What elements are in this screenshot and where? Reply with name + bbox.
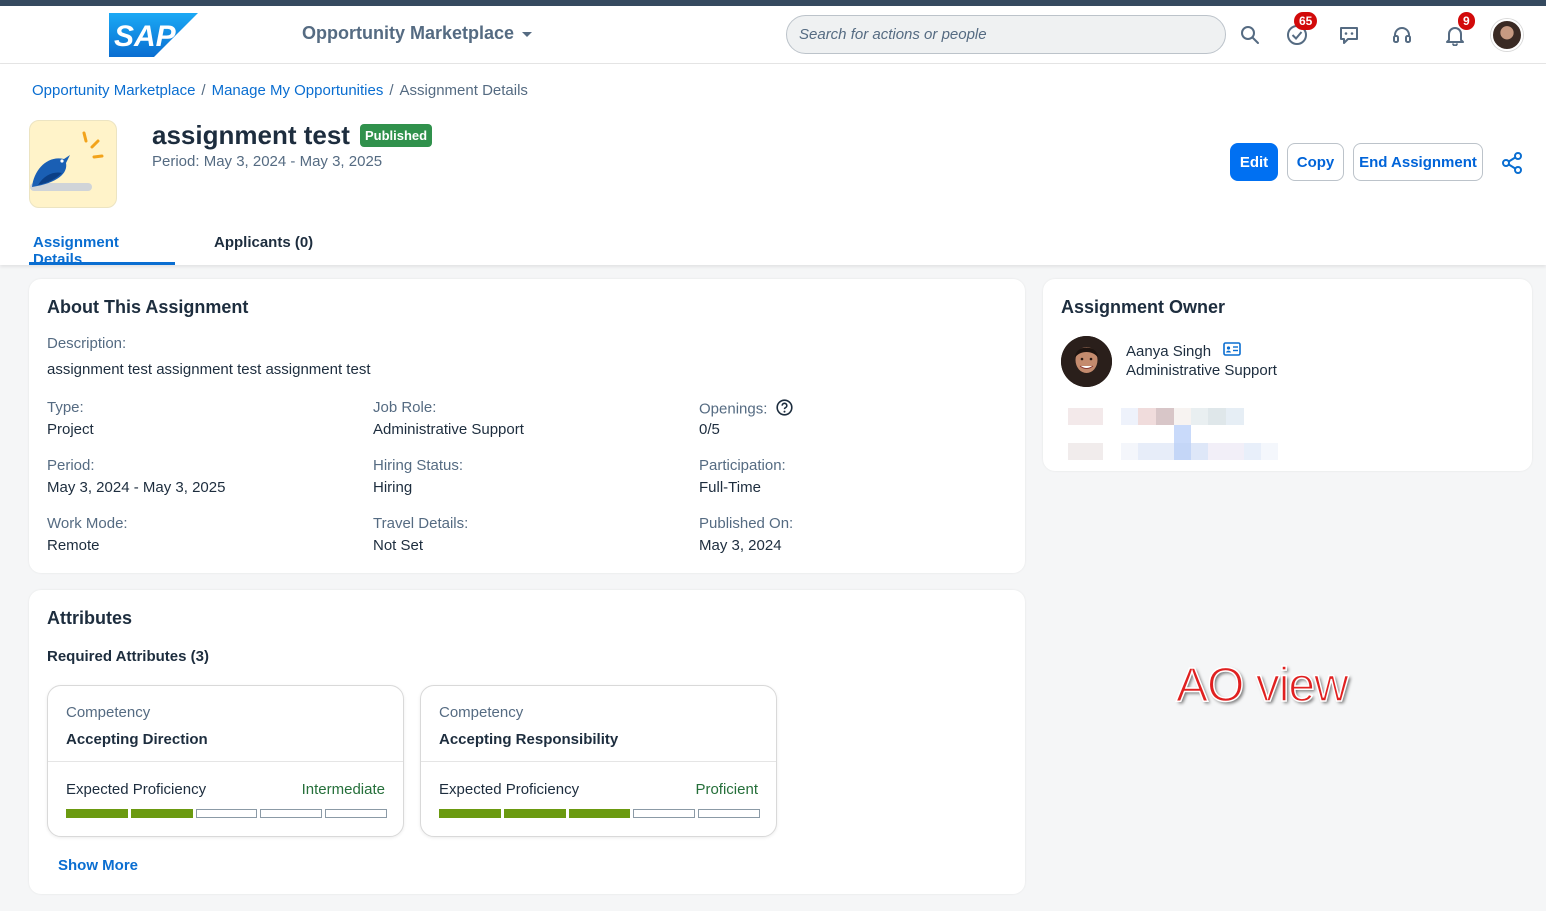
attributes-card: Attributes Required Attributes (3) Compe… [29, 590, 1025, 894]
attribute-name: Accepting Responsibility [439, 731, 619, 748]
openings-value: 0/5 [699, 421, 720, 438]
proficiency-level: Proficient [695, 781, 758, 798]
owner-role: Administrative Support [1126, 362, 1277, 379]
notifications-badge: 9 [1458, 12, 1475, 30]
period-label: Period: [47, 457, 95, 474]
proficiency-segment [195, 809, 258, 818]
proficiency-segment [66, 809, 128, 818]
status-badge: Published [359, 124, 433, 147]
attribute-tile-accepting-direction[interactable]: Competency Accepting Direction Expected … [47, 685, 404, 837]
travel-details-label: Travel Details: [373, 515, 469, 532]
tile-divider [48, 761, 403, 762]
expected-proficiency-label: Expected Proficiency [439, 781, 580, 798]
hiring-status-value: Hiring [373, 479, 413, 496]
question-mark-icon[interactable] [775, 399, 793, 420]
attribute-category: Competency [66, 704, 151, 721]
about-title: About This Assignment [47, 297, 249, 317]
job-role-label: Job Role: [373, 399, 437, 416]
proficiency-meter [439, 809, 760, 818]
app-title-menu[interactable]: Opportunity Marketplace [302, 23, 533, 44]
type-label: Type: [47, 399, 84, 416]
svg-text:SAP: SAP [114, 20, 177, 53]
owner-name-row: Aanya Singh [1126, 342, 1241, 360]
breadcrumb-separator: / [201, 82, 206, 99]
owner-name[interactable]: Aanya Singh [1126, 343, 1211, 360]
proficiency-segment [439, 809, 501, 818]
assignment-owner-card: Assignment Owner Aanya Singh Administrat… [1043, 279, 1532, 471]
proficiency-level: Intermediate [301, 781, 385, 798]
page-title-row: assignment test Published [152, 120, 433, 151]
type-value: Project [47, 421, 94, 438]
owner-avatar[interactable] [1061, 336, 1112, 387]
attribute-name: Accepting Direction [66, 731, 208, 748]
share-icon[interactable] [1500, 151, 1524, 175]
show-more-link[interactable]: Show More [58, 857, 138, 874]
travel-details-value: Not Set [373, 537, 424, 554]
breadcrumb-link-manage-my-opportunities[interactable]: Manage My Opportunities [212, 82, 384, 99]
shell-bar: SAP Opportunity Marketplace 65 9 [0, 6, 1546, 64]
work-mode-label: Work Mode: [47, 515, 128, 532]
required-attributes-label: Required Attributes (3) [47, 648, 209, 665]
proficiency-segment [130, 809, 193, 818]
search-input[interactable] [786, 15, 1226, 54]
participation-value: Full-Time [699, 479, 761, 496]
period-value: May 3, 2024 - May 3, 2025 [47, 479, 226, 496]
hiring-status-label: Hiring Status: [373, 457, 464, 474]
owner-title: Assignment Owner [1061, 297, 1226, 317]
app-title: Opportunity Marketplace [302, 23, 515, 43]
about-assignment-card: About This Assignment Description: assig… [29, 279, 1025, 573]
search-icon[interactable] [1237, 22, 1263, 48]
sap-logo[interactable]: SAP [109, 13, 198, 57]
description-label: Description: [47, 335, 127, 352]
work-mode-value: Remote [47, 537, 100, 554]
caret-down-icon [522, 32, 533, 37]
proficiency-segment [698, 809, 760, 818]
breadcrumb-link-opportunity-marketplace[interactable]: Opportunity Marketplace [32, 82, 195, 99]
copy-button[interactable]: Copy [1287, 143, 1344, 181]
attributes-title: Attributes [47, 608, 132, 628]
proficiency-segment [568, 809, 631, 818]
published-on-value: May 3, 2024 [699, 537, 782, 554]
attribute-category: Competency [439, 704, 524, 721]
tab-assignment-details[interactable]: Assignment Details [29, 232, 175, 268]
breadcrumb-current: Assignment Details [399, 82, 528, 99]
tab-applicants[interactable]: Applicants (0) [214, 232, 313, 265]
tile-divider [421, 761, 776, 762]
tasks-badge: 65 [1294, 12, 1318, 30]
proficiency-segment [325, 809, 387, 818]
header-period: Period: May 3, 2024 - May 3, 2025 [152, 153, 383, 170]
object-page-header: Opportunity Marketplace / Manage My Oppo… [0, 64, 1546, 268]
description-value: assignment test assignment test assignme… [47, 361, 371, 378]
attribute-tile-accepting-responsibility[interactable]: Competency Accepting Responsibility Expe… [420, 685, 777, 837]
breadcrumb-separator: / [389, 82, 394, 99]
ao-view-annotation: AO view [1175, 658, 1349, 713]
assignment-illustration [29, 120, 117, 208]
edit-button[interactable]: Edit [1230, 143, 1278, 181]
job-role-value: Administrative Support [373, 421, 524, 438]
expected-proficiency-label: Expected Proficiency [66, 781, 207, 798]
contact-card-icon[interactable] [1223, 342, 1241, 360]
breadcrumb: Opportunity Marketplace / Manage My Oppo… [32, 82, 528, 99]
user-avatar[interactable] [1491, 19, 1523, 51]
openings-label: Openings: [699, 400, 768, 418]
openings-label-row: Openings: [699, 399, 793, 420]
proficiency-segment [503, 809, 566, 818]
published-on-label: Published On: [699, 515, 794, 532]
proficiency-segment [260, 809, 323, 818]
headset-icon[interactable] [1389, 22, 1415, 48]
chat-bot-icon[interactable] [1336, 22, 1362, 48]
end-assignment-button[interactable]: End Assignment [1353, 143, 1483, 181]
proficiency-meter [66, 809, 387, 818]
participation-label: Participation: [699, 457, 786, 474]
proficiency-segment [633, 809, 696, 818]
page-title: assignment test [152, 120, 350, 150]
